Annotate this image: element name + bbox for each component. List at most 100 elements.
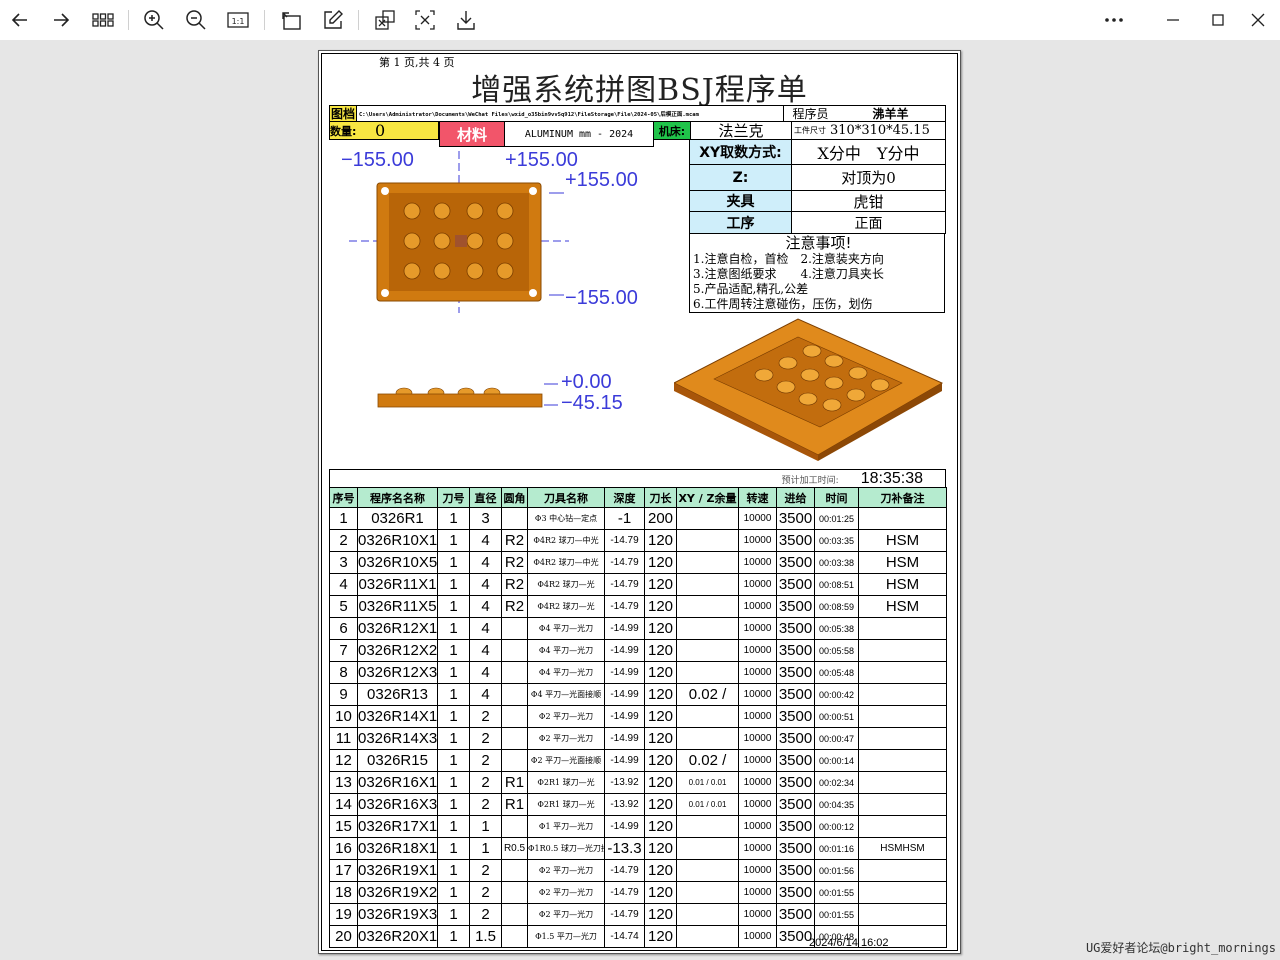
row-index: 8 — [329, 661, 358, 684]
tool-name: Φ4R2 球刀—光 — [527, 573, 605, 596]
col-diameter-header: 直径 — [469, 487, 502, 508]
spindle-speed: 10000 — [738, 661, 777, 684]
back-icon[interactable] — [7, 8, 33, 32]
diameter: 3 — [469, 507, 502, 530]
program-name: 0326R11X5 — [357, 595, 438, 618]
stock — [676, 595, 739, 618]
coord-z-top: +0.00 — [561, 371, 612, 393]
comp-note — [858, 617, 947, 640]
program-name: 0326R10X5 — [357, 551, 438, 574]
table-row: 18 0326R19X2 1 2 Φ2 平刀—光刀 -14.79 120 10000 3500 0… — [329, 881, 947, 904]
extract-icon[interactable] — [372, 8, 398, 32]
note-line: 6.工件周转注意碰伤，压伤，划伤 — [693, 297, 873, 311]
time: 00:01:55 — [814, 903, 859, 926]
rotate-icon[interactable] — [278, 8, 304, 32]
coord-z-bottom: −45.15 — [561, 392, 623, 414]
depth: -14.79 — [604, 551, 645, 574]
tool-length: 120 — [644, 837, 677, 860]
comp-note — [858, 661, 947, 684]
comp-note — [858, 705, 947, 728]
stock — [676, 859, 739, 882]
corner-radius — [501, 903, 528, 926]
program-name: 0326R10X1 — [357, 529, 438, 552]
spindle-speed: 10000 — [738, 727, 777, 750]
minimize-icon[interactable] — [1160, 8, 1186, 32]
tool-length: 120 — [644, 727, 677, 750]
spindle-speed: 10000 — [738, 573, 777, 596]
comp-note: HSMHSM — [858, 837, 947, 860]
spindle-speed: 10000 — [738, 859, 777, 882]
row-index: 9 — [329, 683, 358, 706]
comp-note: HSM — [858, 595, 947, 618]
est-time-value: 18:35:38 — [860, 470, 923, 487]
grid-view-icon[interactable] — [90, 8, 116, 32]
xy-label: XY取数方式: — [689, 139, 792, 165]
stock — [676, 573, 739, 596]
maximize-icon[interactable] — [1205, 8, 1231, 32]
diameter: 2 — [469, 749, 502, 772]
row-index: 7 — [329, 639, 358, 662]
stock — [676, 815, 739, 838]
tool-no: 1 — [437, 815, 470, 838]
zoom-out-icon[interactable] — [183, 8, 209, 32]
depth: -14.99 — [604, 727, 645, 750]
programmer-label: 程序员 — [783, 105, 837, 122]
download-icon[interactable] — [453, 8, 479, 32]
close-icon[interactable] — [1245, 8, 1271, 32]
table-header-row: 序号 程序名名称 刀号 直径 圆角 刀具名称 深度 刀长 XY / Z余量 转速 进给 时间 刀补备注 — [329, 487, 947, 508]
spindle-speed: 10000 — [738, 639, 777, 662]
corner-radius: R2 — [501, 551, 528, 574]
actual-size-icon[interactable]: 1:1 — [225, 8, 251, 32]
spindle-speed: 10000 — [738, 925, 777, 948]
stock — [676, 925, 739, 948]
row-index: 2 — [329, 529, 358, 552]
comp-note — [858, 727, 947, 750]
corner-radius — [501, 881, 528, 904]
spindle-speed: 10000 — [738, 837, 777, 860]
feed: 3500 — [776, 859, 815, 882]
zoom-in-icon[interactable] — [141, 8, 167, 32]
col-tool-name-header: 刀具名称 — [527, 487, 605, 508]
tool-name: Φ4 平刀—光刀 — [527, 639, 605, 662]
table-row: 17 0326R19X1 1 2 Φ2 平刀—光刀 -14.79 120 10000 3500 0… — [329, 859, 947, 882]
translate-icon[interactable] — [412, 8, 438, 32]
stock: 0.02 / — [676, 683, 739, 706]
toolbar-divider — [358, 10, 359, 30]
more-icon[interactable] — [1101, 8, 1127, 32]
comp-note: HSM — [858, 573, 947, 596]
tool-no: 1 — [437, 617, 470, 640]
feed: 3500 — [776, 881, 815, 904]
row-index: 11 — [329, 727, 358, 750]
time: 00:04:35 — [814, 793, 859, 816]
tool-name: Φ2 平刀—光刀 — [527, 903, 605, 926]
file-label: 图档 — [329, 105, 357, 122]
col-tool-length-header: 刀长 — [644, 487, 677, 508]
note-line: 3.注意图纸要求 4.注意刀具夹长 — [693, 267, 884, 281]
depth: -14.99 — [604, 639, 645, 662]
time: 00:01:55 — [814, 881, 859, 904]
program-name: 0326R19X2 — [357, 881, 438, 904]
spindle-speed: 10000 — [738, 529, 777, 552]
tool-name: Φ2 平刀—光刀 — [527, 705, 605, 728]
table-row: 7 0326R12X2 1 4 Φ4 平刀—光刀 -14.99 120 10000 3500 00… — [329, 639, 947, 662]
time: 00:00:14 — [814, 749, 859, 772]
depth: -14.79 — [604, 903, 645, 926]
forward-icon[interactable] — [48, 8, 74, 32]
diameter: 1.5 — [469, 925, 502, 948]
spindle-speed: 10000 — [738, 749, 777, 772]
program-name: 0326R12X3 — [357, 661, 438, 684]
diameter: 2 — [469, 705, 502, 728]
stock — [676, 837, 739, 860]
stock — [676, 617, 739, 640]
depth: -14.99 — [604, 705, 645, 728]
side-view-drawing — [377, 387, 543, 408]
row-index: 10 — [329, 705, 358, 728]
col-corner-radius-header: 圆角 — [501, 487, 528, 508]
tool-no: 1 — [437, 705, 470, 728]
qty-value: 0 — [375, 121, 386, 140]
corner-radius — [501, 859, 528, 882]
time: 00:05:48 — [814, 661, 859, 684]
edit-icon[interactable] — [320, 8, 346, 32]
feed: 3500 — [776, 837, 815, 860]
time: 00:08:59 — [814, 595, 859, 618]
